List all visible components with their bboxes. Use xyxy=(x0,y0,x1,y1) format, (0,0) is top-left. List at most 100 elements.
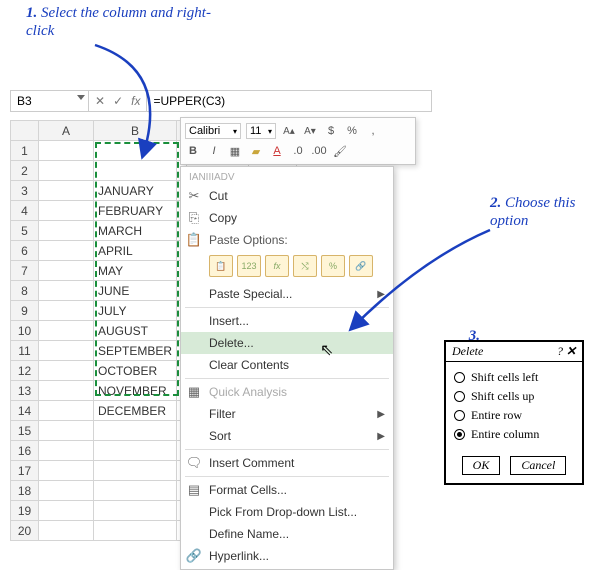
cell[interactable]: NOVEMBER xyxy=(94,381,177,401)
cell[interactable] xyxy=(39,301,94,321)
cell[interactable] xyxy=(39,461,94,481)
row-header[interactable]: 7 xyxy=(11,261,39,281)
cell[interactable] xyxy=(39,361,94,381)
opt-entire-row[interactable]: Entire row xyxy=(454,408,574,423)
cell[interactable] xyxy=(39,141,94,161)
cell[interactable] xyxy=(39,421,94,441)
opt-shift-up[interactable]: Shift cells up xyxy=(454,389,574,404)
ok-button[interactable]: OK xyxy=(462,456,501,475)
percent-icon[interactable]: % xyxy=(344,123,360,139)
menu-quick-analysis[interactable]: ▦Quick Analysis xyxy=(181,381,393,403)
row-header[interactable]: 13 xyxy=(11,381,39,401)
cell[interactable] xyxy=(94,501,177,521)
cell[interactable]: FEBRUARY xyxy=(94,201,177,221)
opt-shift-left[interactable]: Shift cells left xyxy=(454,370,574,385)
paste-values-icon[interactable]: 123 xyxy=(237,255,261,277)
row-header[interactable]: 16 xyxy=(11,441,39,461)
row-header[interactable]: 2 xyxy=(11,161,39,181)
menu-cut[interactable]: ✂Cut xyxy=(181,185,393,207)
row-header[interactable]: 11 xyxy=(11,341,39,361)
cell[interactable] xyxy=(94,441,177,461)
row-header[interactable]: 8 xyxy=(11,281,39,301)
menu-pick-from-list[interactable]: Pick From Drop-down List... xyxy=(181,501,393,523)
cell[interactable] xyxy=(39,441,94,461)
menu-insert[interactable]: Insert... xyxy=(181,310,393,332)
font-color-icon[interactable]: A xyxy=(269,143,285,159)
paste-formatting-icon[interactable]: % xyxy=(321,255,345,277)
cell[interactable] xyxy=(94,141,177,161)
increase-font-icon[interactable]: A▴ xyxy=(281,123,297,139)
row-header[interactable]: 19 xyxy=(11,501,39,521)
cell[interactable] xyxy=(39,381,94,401)
row-header[interactable]: 17 xyxy=(11,461,39,481)
fx-icon[interactable]: fx xyxy=(131,94,140,108)
cell[interactable] xyxy=(39,281,94,301)
menu-paste-special[interactable]: Paste Special...▶ xyxy=(181,283,393,305)
opt-entire-column[interactable]: Entire column xyxy=(454,427,574,442)
delete-dialog[interactable]: Delete ? ✕ Shift cells left Shift cells … xyxy=(444,340,584,485)
menu-delete[interactable]: Delete... xyxy=(181,332,393,354)
row-header[interactable]: 10 xyxy=(11,321,39,341)
cell[interactable] xyxy=(39,501,94,521)
chevron-down-icon[interactable] xyxy=(77,95,85,100)
fill-color-icon[interactable]: ▰ xyxy=(248,143,264,159)
italic-icon[interactable]: I xyxy=(206,143,222,159)
close-icon[interactable]: ✕ xyxy=(566,344,576,358)
mini-toolbar[interactable]: Calibri▾ 11▾ A▴ A▾ $ % , B I ▦ ▰ A .0 .0… xyxy=(180,117,416,165)
paste-icon[interactable]: 📋 xyxy=(209,255,233,277)
cell[interactable] xyxy=(94,461,177,481)
menu-filter[interactable]: Filter▶ xyxy=(181,403,393,425)
font-picker[interactable]: Calibri▾ xyxy=(185,123,241,139)
increase-decimal-icon[interactable]: .00 xyxy=(311,143,327,159)
cancel-button[interactable]: Cancel xyxy=(510,456,566,475)
col-header-a[interactable]: A xyxy=(39,121,94,141)
cell[interactable] xyxy=(39,241,94,261)
name-box[interactable]: B3 xyxy=(11,91,89,111)
cell[interactable] xyxy=(39,181,94,201)
cell[interactable] xyxy=(39,341,94,361)
font-size-picker[interactable]: 11▾ xyxy=(246,123,276,139)
cell[interactable] xyxy=(94,421,177,441)
paste-transpose-icon[interactable]: ⤭ xyxy=(293,255,317,277)
accounting-icon[interactable]: $ xyxy=(323,123,339,139)
cell[interactable] xyxy=(39,221,94,241)
cell[interactable]: JANUARY xyxy=(94,181,177,201)
cell[interactable] xyxy=(39,201,94,221)
col-header-b[interactable]: B xyxy=(94,121,177,141)
help-icon[interactable]: ? xyxy=(557,344,563,358)
formula-input[interactable]: =UPPER(C3) xyxy=(147,91,431,111)
cell[interactable]: JUNE xyxy=(94,281,177,301)
menu-sort[interactable]: Sort▶ xyxy=(181,425,393,447)
border-icon[interactable]: ▦ xyxy=(227,143,243,159)
cell[interactable]: DECEMBER xyxy=(94,401,177,421)
row-header[interactable]: 3 xyxy=(11,181,39,201)
row-header[interactable]: 4 xyxy=(11,201,39,221)
cell[interactable]: OCTOBER xyxy=(94,361,177,381)
row-header[interactable]: 9 xyxy=(11,301,39,321)
menu-clear-contents[interactable]: Clear Contents xyxy=(181,354,393,376)
cell[interactable] xyxy=(39,401,94,421)
menu-format-cells[interactable]: ▤Format Cells... xyxy=(181,479,393,501)
row-header[interactable]: 12 xyxy=(11,361,39,381)
menu-insert-comment[interactable]: 🗨Insert Comment xyxy=(181,452,393,474)
cell[interactable] xyxy=(94,481,177,501)
row-header[interactable]: 5 xyxy=(11,221,39,241)
cell[interactable] xyxy=(39,161,94,181)
row-header[interactable]: 15 xyxy=(11,421,39,441)
paste-formulas-icon[interactable]: fx xyxy=(265,255,289,277)
decrease-font-icon[interactable]: A▾ xyxy=(302,123,318,139)
cell[interactable] xyxy=(39,261,94,281)
cell[interactable]: AUGUST xyxy=(94,321,177,341)
cell[interactable] xyxy=(94,521,177,541)
cell[interactable] xyxy=(39,521,94,541)
cell[interactable] xyxy=(94,161,177,181)
row-header[interactable]: 1 xyxy=(11,141,39,161)
cell[interactable]: JULY xyxy=(94,301,177,321)
paste-link-icon[interactable]: 🔗 xyxy=(349,255,373,277)
decrease-decimal-icon[interactable]: .0 xyxy=(290,143,306,159)
row-header[interactable]: 14 xyxy=(11,401,39,421)
cell[interactable]: MARCH xyxy=(94,221,177,241)
corner-cell[interactable] xyxy=(11,121,39,141)
format-painter-icon[interactable]: 🖌 xyxy=(332,143,348,159)
comma-icon[interactable]: , xyxy=(365,123,381,139)
